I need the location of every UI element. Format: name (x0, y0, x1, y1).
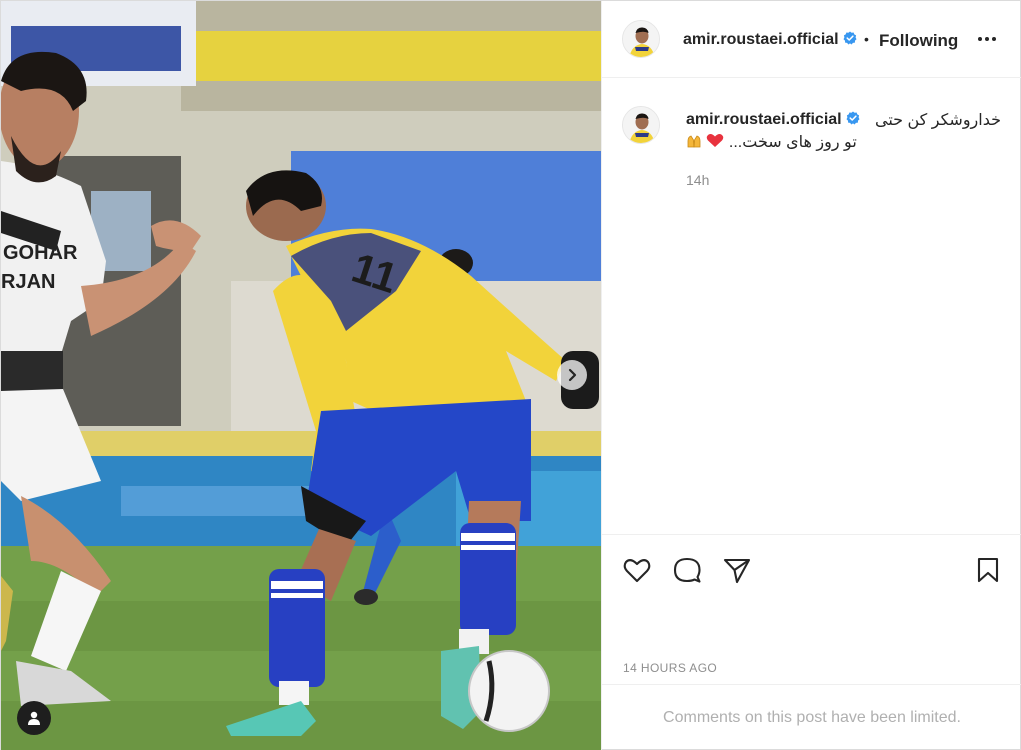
chevron-right-icon (568, 368, 577, 382)
post-header: amir.roustaei.official • Following (602, 1, 1021, 78)
tagged-users-button[interactable] (17, 701, 51, 735)
caption-text-line1: خداروشکر کن حتی (875, 112, 1001, 129)
caption-username-link[interactable]: amir.roustaei.official (686, 111, 860, 129)
avatar[interactable] (622, 106, 660, 144)
share-paper-plane-icon[interactable] (722, 555, 752, 585)
football-match-photo: GOHAR RJAN 11 (1, 1, 601, 750)
more-dot-icon (985, 37, 989, 41)
bookmark-icon[interactable] (973, 555, 1003, 585)
instagram-post-modal: GOHAR RJAN 11 amir.roustaei.official • F… (0, 0, 1021, 750)
username-link[interactable]: amir.roustaei.official (683, 31, 857, 49)
more-dot-icon (992, 37, 996, 41)
caption-username-text: amir.roustaei.official (686, 111, 842, 128)
svg-text:GOHAR: GOHAR (3, 242, 78, 264)
profile-picture (623, 21, 659, 57)
profile-picture (623, 107, 659, 143)
username-text: amir.roustaei.official (683, 31, 839, 48)
folded-hands-emoji-icon (686, 134, 706, 151)
verified-badge-icon (846, 111, 860, 125)
svg-text:RJAN: RJAN (1, 271, 55, 293)
comment-icon[interactable] (672, 555, 702, 585)
more-dot-icon (978, 37, 982, 41)
verified-badge-icon (843, 31, 857, 45)
next-slide-button[interactable] (557, 360, 587, 390)
post-photo[interactable]: GOHAR RJAN 11 (1, 1, 601, 750)
more-options-button[interactable] (974, 27, 1000, 51)
avatar[interactable] (622, 20, 660, 58)
heart-emoji-icon (706, 134, 728, 151)
comments-limited-notice: Comments on this post have been limited. (602, 684, 1021, 750)
post-side-panel: amir.roustaei.official • Following amir.… (601, 1, 1021, 750)
post-timestamp[interactable]: 14 HOURS AGO (623, 661, 717, 675)
following-button[interactable]: Following (879, 31, 958, 51)
comments-limited-text: Comments on this post have been limited. (663, 709, 961, 726)
caption-time[interactable]: 14h (686, 172, 709, 188)
caption-text-line2: ...تو روز های سخت (686, 132, 857, 152)
user-tag-icon (28, 711, 40, 725)
separator-dot: • (864, 31, 869, 47)
action-bar (602, 534, 1021, 600)
caption-text-line2-words: ...تو روز های سخت (728, 134, 857, 151)
heart-icon[interactable] (622, 555, 652, 585)
